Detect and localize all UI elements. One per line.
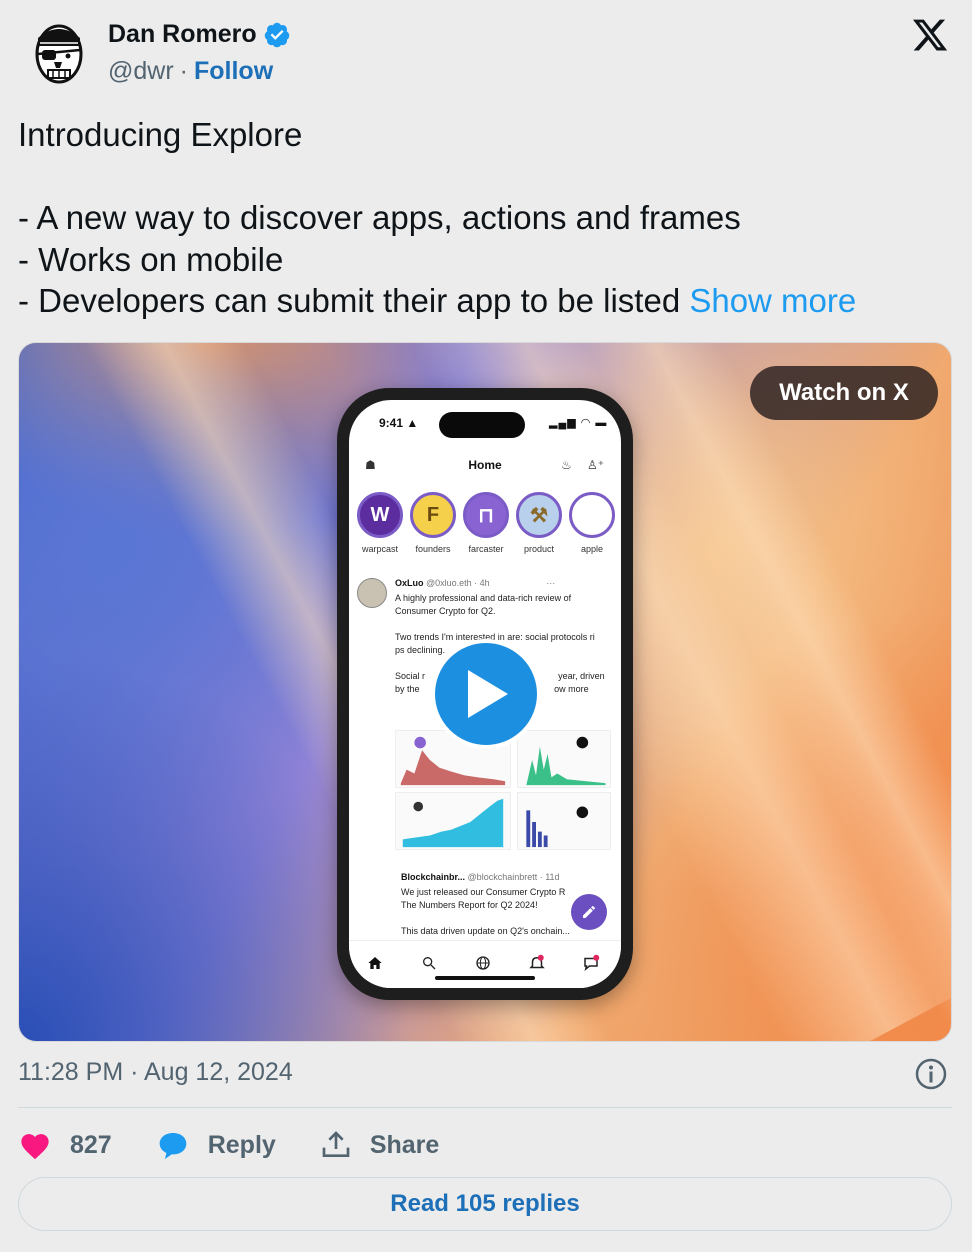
divider <box>18 1107 952 1108</box>
x-logo-icon[interactable] <box>910 16 950 54</box>
post-header: Blockchainbr... @blockchainbrett · 11d <box>401 872 617 882</box>
channel-avatar: W <box>357 492 403 538</box>
handle-separator: · <box>179 57 188 85</box>
phone-tab-bar <box>349 940 621 988</box>
play-button[interactable] <box>431 639 541 749</box>
channel-avatar: ⚒ <box>516 492 562 538</box>
dynamic-island <box>439 412 525 438</box>
tweet-video[interactable]: Watch on X 9:41 ▲ ▂▄▆ ◠ ▬ ☗ Home ♨ ♙⁺ Ww… <box>18 342 952 1042</box>
verified-badge-icon <box>264 22 289 47</box>
channel-label: product <box>523 544 555 554</box>
author-name[interactable]: Dan Romero <box>108 20 257 49</box>
follow-button[interactable]: Follow <box>194 57 273 86</box>
channel-avatar: F <box>410 492 456 538</box>
post-avatar[interactable] <box>357 578 387 608</box>
show-more-link[interactable]: Show more <box>689 282 856 319</box>
author-handle[interactable]: @dwr <box>108 57 174 86</box>
reply-button[interactable]: Reply <box>156 1129 276 1161</box>
app-header: ☗ Home ♨ ♙⁺ <box>349 450 621 478</box>
signal-wifi-battery-icon: ▂▄▆ ◠ ▬ <box>549 417 608 429</box>
author-handle-row: @dwr · Follow <box>108 57 273 86</box>
share-label: Share <box>369 1130 440 1159</box>
info-icon[interactable] <box>914 1057 948 1091</box>
channel-item[interactable]: ⊓ farcaster <box>463 492 509 554</box>
watch-on-x-button[interactable]: Watch on X <box>750 366 938 420</box>
home-tab-icon[interactable] <box>363 951 387 975</box>
channel-item[interactable]: Wwarpcast <box>357 492 403 554</box>
like-count: 827 <box>70 1130 112 1159</box>
channel-avatar <box>569 492 615 538</box>
channel-row: Wwarpcast Ffounders ⊓ farcaster ⚒ product appl… <box>357 492 615 554</box>
channel-label: warpcast <box>361 544 398 554</box>
post-chart-images <box>395 730 611 850</box>
post-author: Blockchainbr... <box>401 872 466 882</box>
reply-label: Reply <box>207 1130 276 1159</box>
chart-thumbnail <box>395 792 511 850</box>
flame-icon[interactable]: ♨ <box>561 458 572 472</box>
chart-thumbnail <box>517 792 611 850</box>
post-more-icon[interactable]: ··· <box>546 578 555 588</box>
tweet-header: Dan Romero @dwr · Follow <box>0 0 972 100</box>
status-time-text: 9:41 <box>379 416 404 430</box>
add-user-icon[interactable]: ♙⁺ <box>587 458 604 472</box>
compose-button[interactable] <box>571 894 607 930</box>
read-replies-button[interactable]: Read 105 replies <box>18 1177 952 1231</box>
author-avatar[interactable] <box>24 16 94 86</box>
tweet-body: Introducing Explore - A new way to disco… <box>18 116 741 319</box>
chart-thumbnail <box>517 730 611 788</box>
tweet-actions: 827 Reply Share <box>18 1122 483 1168</box>
channel-item[interactable]: ⚒ product <box>516 492 562 554</box>
channel-label: founders <box>415 544 451 554</box>
play-icon <box>468 670 508 718</box>
channel-item[interactable]: Ffounders <box>410 492 456 554</box>
app-title: Home <box>468 458 502 472</box>
like-button[interactable]: 827 <box>18 1130 112 1160</box>
heart-icon <box>21 1134 49 1160</box>
post-meta: @blockchainbrett · 11d <box>467 872 560 882</box>
post-header: OxLuo @0xluo.eth · 4h ··· <box>395 578 555 588</box>
channel-avatar: ⊓ <box>463 492 509 538</box>
home-indicator <box>435 976 535 980</box>
messages-tab-icon[interactable] <box>579 951 603 975</box>
author-name-row: Dan Romero <box>108 20 291 49</box>
explore-globe-tab-icon[interactable] <box>471 951 495 975</box>
pencil-icon <box>583 905 596 918</box>
tweet-text: Introducing Explore - A new way to disco… <box>18 114 938 322</box>
post-meta: @0xluo.eth · 4h <box>426 578 490 588</box>
share-button[interactable]: Share <box>320 1129 439 1161</box>
search-tab-icon[interactable] <box>417 951 441 975</box>
channel-item[interactable]: apple <box>569 492 615 554</box>
share-icon <box>322 1131 350 1157</box>
channel-label: apple <box>580 544 604 554</box>
tweet-timestamp[interactable]: 11:28 PM · Aug 12, 2024 <box>18 1058 293 1087</box>
channel-label: farcaster <box>468 544 504 554</box>
notifications-tab-icon[interactable] <box>525 951 549 975</box>
post-author: OxLuo <box>395 578 424 588</box>
reply-bubble-icon <box>159 1133 187 1159</box>
status-time: 9:41 ▲ <box>379 416 419 430</box>
